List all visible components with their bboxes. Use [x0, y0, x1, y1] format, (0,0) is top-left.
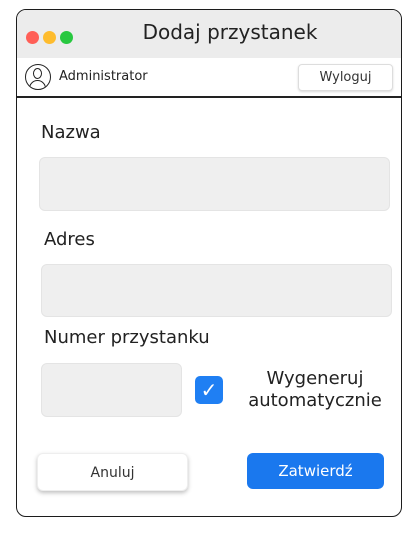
- address-input[interactable]: [41, 264, 392, 317]
- stop-number-label: Numer przystanku: [44, 327, 210, 348]
- title-bar: Dodaj przystanek: [17, 10, 401, 58]
- username-label: Administrator: [59, 69, 148, 84]
- checkmark-icon: ✓: [200, 378, 218, 402]
- user-icon: [25, 64, 51, 90]
- window-title: Dodaj przystanek: [142, 20, 318, 44]
- logout-button[interactable]: Wyloguj: [298, 64, 393, 91]
- stop-number-input[interactable]: [41, 363, 182, 417]
- auto-generate-label: Wygeneruj automatycznie: [248, 368, 382, 411]
- name-label: Nazwa: [41, 122, 101, 143]
- address-label: Adres: [44, 229, 95, 250]
- dialog-window: Dodaj przystanek Administrator Wyloguj N…: [16, 9, 402, 517]
- cancel-button[interactable]: Anuluj: [37, 453, 188, 491]
- submit-button[interactable]: Zatwierdź: [247, 453, 384, 489]
- auto-generate-checkbox[interactable]: ✓: [195, 376, 223, 404]
- name-input[interactable]: [39, 157, 390, 211]
- user-bar: Administrator Wyloguj: [17, 58, 401, 98]
